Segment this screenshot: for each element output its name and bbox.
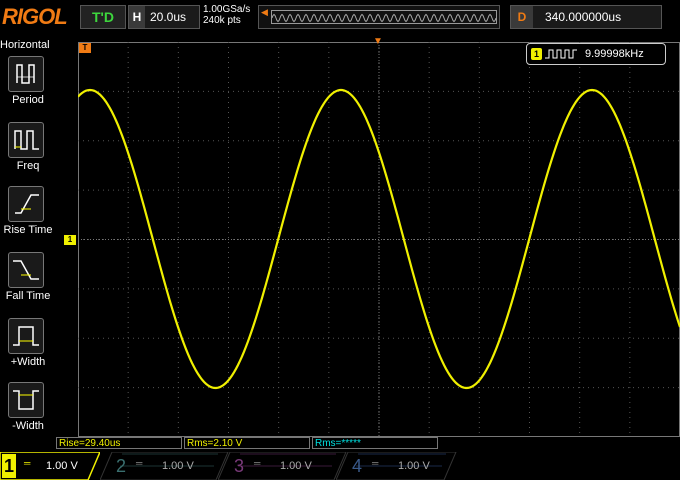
negative-width-icon	[8, 382, 44, 418]
channel-3-scale: 1.00 V	[280, 460, 312, 472]
memory-depth: 240k pts	[203, 15, 241, 26]
acquisition-info: 1.00GSa/s 240k pts	[203, 4, 250, 26]
measurement-rms[interactable]: Rms=2.10 V	[184, 437, 310, 449]
brand-logo: RIGOL	[2, 4, 68, 29]
trigger-marker-label: T	[82, 43, 88, 52]
channel-4-number: 4	[352, 456, 363, 476]
menu-item-fall-time[interactable]: Fall Time	[0, 252, 56, 314]
menu-label-period: Period	[12, 94, 44, 106]
channel-4-scale: 1.00 V	[398, 460, 430, 472]
timebase-box[interactable]: H 20.0us	[128, 5, 200, 29]
measurement-rms-text: Rms=2.10 V	[187, 438, 243, 449]
menu-label-negative-width: -Width	[12, 420, 44, 432]
counter-channel-badge: 1	[531, 48, 542, 60]
channel-2-number: 2	[116, 456, 127, 476]
fall-time-icon	[8, 252, 44, 288]
measurement-rms-ch2-text: Rms=*****	[315, 438, 361, 449]
measurement-rms-ch2[interactable]: Rms=*****	[312, 437, 438, 449]
sample-rate: 1.00GSa/s	[203, 4, 251, 15]
channel-1-coupling-icon: ═	[24, 458, 31, 468]
top-status-bar: RIGOL T'D H 20.0us 1.00GSa/s 240k pts ◀ …	[0, 0, 680, 34]
frequency-icon	[8, 122, 44, 158]
timebase-value: 20.0us	[150, 10, 187, 24]
channel-1-number: 1	[2, 454, 16, 478]
menu-title: Horizontal	[0, 39, 50, 51]
menu-label-freq: Freq	[16, 160, 40, 172]
measurement-rise-text: Rise=29.40us	[59, 438, 121, 449]
memory-window[interactable]: ◀	[258, 5, 500, 29]
menu-label-rise-time: Rise Time	[3, 224, 53, 236]
channel-2-scale: 1.00 V	[162, 460, 194, 472]
menu-item-positive-width[interactable]: +Width	[0, 318, 56, 380]
period-icon	[8, 56, 44, 92]
graticule	[78, 42, 680, 437]
menu-item-freq[interactable]: Freq	[0, 122, 56, 184]
menu-label-fall-time: Fall Time	[5, 290, 51, 302]
measurement-rise[interactable]: Rise=29.40us	[56, 437, 182, 449]
measurement-bar: Rise=29.40us Rms=2.10 V Rms=*****	[56, 437, 440, 451]
frequency-counter[interactable]: 1 9.99998kHz	[526, 43, 666, 65]
channel-3-number: 3	[234, 456, 245, 476]
memory-marker-icon: ◀	[261, 7, 268, 17]
memory-waveform-preview	[271, 10, 497, 24]
channel1-offset-marker[interactable]: 1	[64, 235, 76, 245]
counter-value: 9.99998kHz	[585, 48, 644, 60]
delay-label: D	[511, 6, 533, 28]
channel-4-coupling-icon: ═	[372, 458, 379, 468]
channel-3-coupling-icon: ═	[254, 458, 261, 468]
menu-item-period[interactable]: Period	[0, 56, 56, 118]
channel-4-tab[interactable]: 4 ═ 1.00 V	[336, 452, 458, 480]
channel-bar: 1 ═ 1.00 V 2 ═ 1.00 V 3 ═ 1.00 V 4 ═ 1.0…	[0, 452, 680, 480]
memory-preview-wave	[271, 13, 497, 23]
menu-item-rise-time[interactable]: Rise Time	[0, 186, 56, 248]
channel-2-coupling-icon: ═	[136, 458, 143, 468]
square-wave-icon	[545, 49, 577, 59]
trigger-center-arrow-icon: ▼	[373, 36, 383, 47]
timebase-label: H	[129, 6, 145, 28]
trigger-position-marker[interactable]: T	[79, 43, 91, 53]
rise-time-icon	[8, 186, 44, 222]
measure-menu: Horizontal Period Freq Rise Time Fall Ti…	[0, 36, 56, 440]
channel-2-tab[interactable]: 2 ═ 1.00 V	[100, 452, 229, 480]
menu-item-negative-width[interactable]: -Width	[0, 382, 56, 444]
positive-width-icon	[8, 318, 44, 354]
channel-1-tab[interactable]: 1 ═ 1.00 V	[0, 452, 100, 480]
channel-3-tab[interactable]: 3 ═ 1.00 V	[218, 452, 347, 480]
menu-label-positive-width: +Width	[10, 356, 46, 368]
delay-value: 340.000000us	[545, 10, 622, 24]
channel1-marker-label: 1	[67, 235, 73, 244]
waveform-grid	[77, 42, 680, 437]
trigger-delay-box[interactable]: D 340.000000us	[510, 5, 662, 29]
trigger-status[interactable]: T'D	[80, 5, 126, 29]
channel-1-scale: 1.00 V	[46, 460, 78, 472]
waveform-display[interactable]: T ▼ 1 9.99998kHz	[77, 36, 680, 437]
